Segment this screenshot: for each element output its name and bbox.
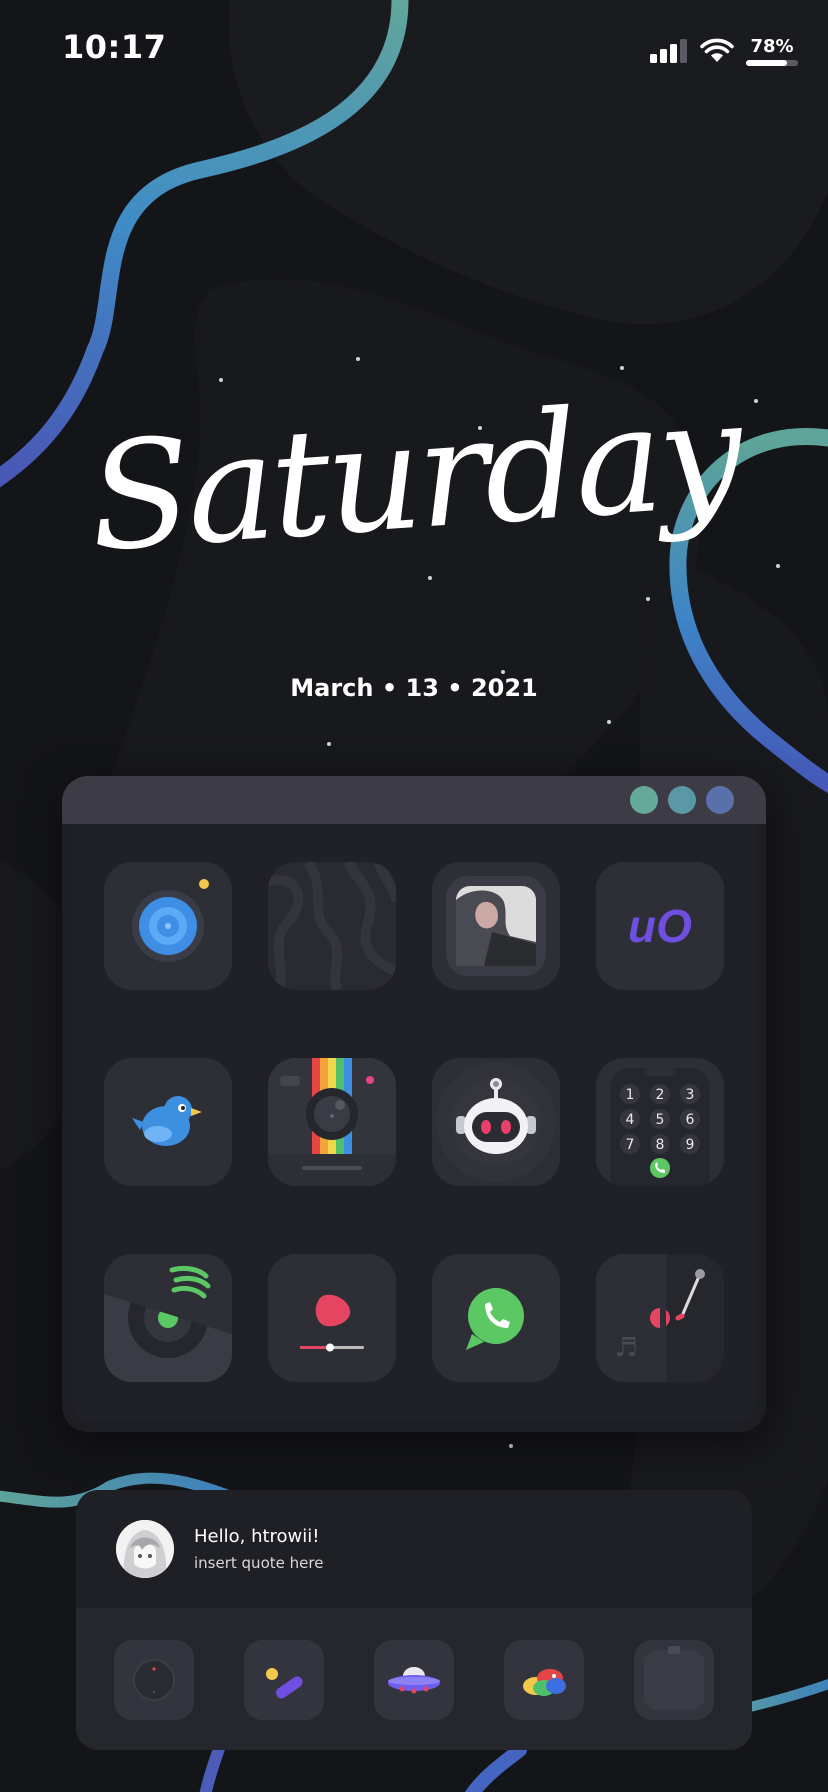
keypad-key-label: 8 [656, 1137, 665, 1153]
keypad-key-label: 9 [686, 1137, 695, 1153]
spotify-app-icon[interactable] [104, 1254, 232, 1382]
battery-percentage: 78% [750, 36, 794, 57]
clock-icon [133, 1659, 175, 1701]
keypad-key-label: 5 [656, 1112, 665, 1128]
whatsapp-app-icon[interactable] [432, 1254, 560, 1382]
colorful-birds-icon [523, 1669, 566, 1696]
video-player-app-icon[interactable] [268, 1254, 396, 1382]
window-dot-1[interactable] [630, 786, 658, 814]
battery-level-track [746, 60, 798, 66]
uo-logo-text: uO [628, 900, 692, 952]
anime-avatar-icon [116, 1520, 174, 1578]
app-grid: uO 1 2 3 4 5 6 7 8 9 ♬ [72, 824, 756, 1422]
status-bar-right: 78% [650, 34, 798, 68]
app-window-widget: uO 1 2 3 4 5 6 7 8 9 ♬ [62, 776, 766, 1432]
status-bar-time: 10:17 [62, 28, 167, 66]
dock [76, 1608, 752, 1750]
music-note-glyph: ♬ [614, 1333, 637, 1363]
avatar[interactable] [116, 1520, 174, 1578]
robot-face-icon [436, 1062, 556, 1182]
slack-dock-icon[interactable] [244, 1640, 324, 1720]
instagram-camera-app-icon[interactable] [268, 1058, 396, 1186]
keypad-key-label: 2 [656, 1087, 665, 1103]
pill-dots-icon [266, 1668, 303, 1699]
bird-icon [132, 1096, 202, 1146]
keypad-key-label: 7 [626, 1137, 635, 1153]
window-dot-2[interactable] [668, 786, 696, 814]
folder-icon [644, 1646, 704, 1710]
phone-keypad-app-icon[interactable]: 1 2 3 4 5 6 7 8 9 [596, 1058, 724, 1186]
ufo-dock-icon[interactable] [374, 1640, 454, 1720]
music-record-player-app-icon[interactable]: ♬ [596, 1254, 724, 1382]
keypad-key-label: 4 [626, 1112, 635, 1128]
zebra-stripes-icon [268, 862, 396, 990]
camera-app-icon[interactable] [104, 862, 232, 990]
twitter-bird-app-icon[interactable] [104, 1058, 232, 1186]
camera-lens-icon [132, 879, 209, 962]
battery-level-fill [746, 60, 787, 66]
robot-assistant-app-icon[interactable] [432, 1058, 560, 1186]
keypad-key-label: 3 [686, 1087, 695, 1103]
wifi-icon [700, 38, 734, 62]
greeting-text: Hello, htrowii! [194, 1526, 320, 1547]
window-title-bar [62, 776, 766, 824]
uo-logo-icon: uO [628, 900, 692, 952]
date-line: March • 13 • 2021 [290, 674, 538, 702]
whatsapp-bubble-icon [466, 1288, 524, 1350]
keypad-key-label: 1 [626, 1087, 635, 1103]
keypad-icon: 1 2 3 4 5 6 7 8 9 [610, 1068, 710, 1186]
zebra-wallpaper-app-icon[interactable] [268, 862, 396, 990]
photo-frame-icon [446, 876, 546, 976]
retro-camera-icon [268, 1058, 396, 1170]
ufo-icon [388, 1667, 440, 1694]
battery-icon: 78% [746, 36, 798, 66]
folder-dock-icon[interactable] [634, 1640, 714, 1720]
clock-dock-icon[interactable] [114, 1640, 194, 1720]
greeting-widget: Hello, htrowii! insert quote here [76, 1490, 752, 1608]
keypad-key-label: 6 [686, 1112, 695, 1128]
photo-widget-app-icon[interactable] [432, 862, 560, 990]
birds-dock-icon[interactable] [504, 1640, 584, 1720]
spotify-record-icon [104, 1254, 232, 1382]
uo-logo-app-icon[interactable]: uO [596, 862, 724, 990]
quote-text: insert quote here [194, 1554, 324, 1572]
play-slider-icon [300, 1294, 364, 1352]
window-dot-3[interactable] [706, 786, 734, 814]
record-player-icon: ♬ [614, 1254, 724, 1382]
cellular-signal-icon [650, 39, 687, 63]
